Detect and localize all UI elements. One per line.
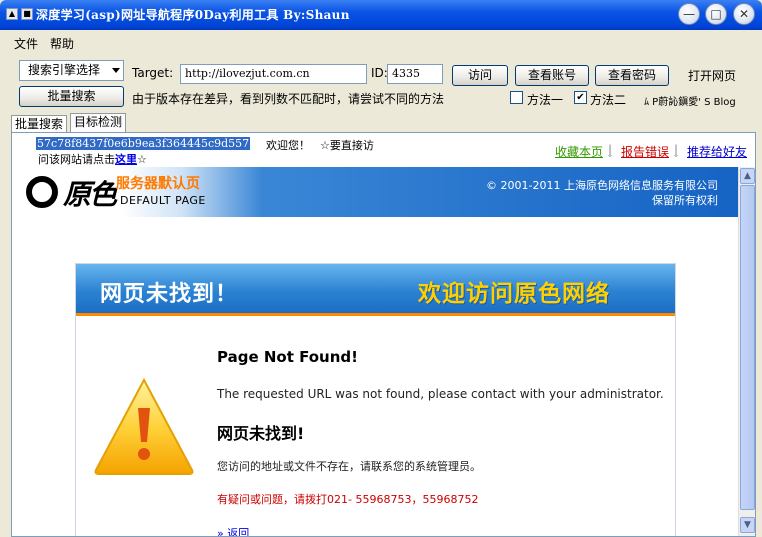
cn-requested-text: 您访问的地址或文件不存在，请联系您的系统管理员。 — [217, 460, 481, 473]
logo-icon — [26, 176, 58, 208]
target-input[interactable]: http://ilovezjut.com.cn — [180, 64, 367, 84]
warning-icon — [94, 377, 194, 475]
error-panel-header: 网页未找到！ 欢迎访问原色网络 — [76, 264, 675, 316]
error-header-welcome: 欢迎访问原色网络 — [418, 281, 610, 307]
window-icon[interactable]: ■ — [21, 8, 33, 20]
open-page-button[interactable]: 打开网页 — [674, 66, 750, 87]
view-account-button[interactable]: 查看账号 — [515, 65, 589, 86]
here-link[interactable]: 这里 — [115, 153, 137, 166]
direct-visit-text: ☆要直接访 — [320, 139, 374, 152]
method2-label: 方法二 — [590, 93, 627, 107]
scroll-thumb[interactable] — [740, 185, 755, 510]
site-header: 原色 服务器默认页 DEFAULT PAGE © 2001-2011 上海原色网… — [12, 167, 739, 217]
visit-suffix: ☆ — [137, 153, 147, 166]
id-input[interactable]: 4335 — [387, 64, 443, 84]
scroll-up-icon[interactable]: ▲ — [740, 168, 755, 184]
id-label: ID: — [371, 66, 388, 80]
menu-file[interactable]: 文件 — [14, 35, 38, 52]
server-default-title: 服务器默认页 — [116, 176, 200, 192]
browser-view[interactable]: 57c78f8437f0e6b9ea3f364445c9d557 欢迎您！ ☆要… — [11, 132, 756, 537]
search-engine-select[interactable]: 搜索引擎选择 — [19, 60, 124, 81]
error-panel: 网页未找到！ 欢迎访问原色网络 Page Not Found! The requ… — [75, 263, 676, 536]
system-menu-icon[interactable]: ▲ — [6, 8, 18, 20]
method2-checkbox[interactable]: ✔ — [574, 91, 587, 104]
visit-prefix: 问该网站请点击 — [38, 153, 115, 166]
error-header-title: 网页未找到！ — [100, 282, 239, 307]
welcome-text: 欢迎您！ — [266, 139, 310, 152]
link-separator: | — [674, 143, 679, 157]
chevron-down-icon[interactable] — [112, 68, 120, 73]
checkmark-icon: ✔ — [576, 92, 585, 103]
recommend-link[interactable]: 推荐给好友 — [687, 143, 747, 160]
menu-bar: 文件 帮助 — [0, 30, 762, 52]
cn-not-found-title: 网页未找到! — [217, 424, 305, 443]
title-bar[interactable]: ▲ ■ 深度学习(asp)网址导航程序0Day利用工具 By:Shaun — □… — [0, 0, 762, 30]
bookmark-link[interactable]: 收藏本页 — [555, 143, 603, 160]
visit-line: 问该网站请点击这里☆ — [38, 151, 147, 167]
scroll-down-icon[interactable]: ▼ — [740, 517, 755, 533]
page-not-found-title: Page Not Found! — [217, 348, 358, 366]
close-button[interactable]: ✕ — [733, 3, 755, 25]
method1-checkbox[interactable] — [510, 91, 523, 104]
link-separator: | — [608, 143, 613, 157]
copyright-line1: © 2001-2011 上海原色网络信息服务有限公司 — [486, 179, 718, 192]
requested-url-text: The requested URL was not found, please … — [217, 387, 664, 401]
vertical-scrollbar[interactable]: ▲ ▼ — [738, 167, 755, 536]
result-hash[interactable]: 57c78f8437f0e6b9ea3f364445c9d557 — [36, 137, 251, 150]
visit-button[interactable]: 访问 — [452, 65, 508, 86]
menu-help[interactable]: 帮助 — [50, 35, 74, 52]
copyright-line2: 保留所有权利 — [652, 194, 718, 207]
batch-search-button[interactable]: 批量搜索 — [19, 86, 124, 107]
method1-label: 方法一 — [527, 93, 564, 107]
search-engine-select-label: 搜索引擎选择 — [28, 63, 101, 77]
maximize-button[interactable]: □ — [705, 3, 727, 25]
blog-link[interactable]: ﾑ P蔚訫鎭愛' S Blog — [644, 93, 736, 108]
back-link[interactable]: » 返回 — [217, 525, 249, 536]
contact-text: 有疑问或问题，请拨打021- 55968753，55968752 — [217, 493, 479, 506]
tab-batch-search[interactable]: 批量搜索 — [11, 115, 68, 132]
window-title: 深度学习(asp)网址导航程序0Day利用工具 By:Shaun — [36, 8, 350, 22]
notice-text: 由于版本存在差异，看到列数不匹配时，请尝试不同的方法 — [132, 92, 445, 106]
minimize-button[interactable]: — — [678, 3, 700, 25]
target-label: Target: — [132, 66, 174, 80]
logo-text: 原色 — [63, 178, 117, 211]
report-error-link[interactable]: 报告错误 — [621, 143, 669, 160]
default-page-label: DEFAULT PAGE — [120, 194, 206, 207]
view-password-button[interactable]: 查看密码 — [595, 65, 669, 86]
tab-target-detect[interactable]: 目标检测 — [70, 113, 127, 133]
